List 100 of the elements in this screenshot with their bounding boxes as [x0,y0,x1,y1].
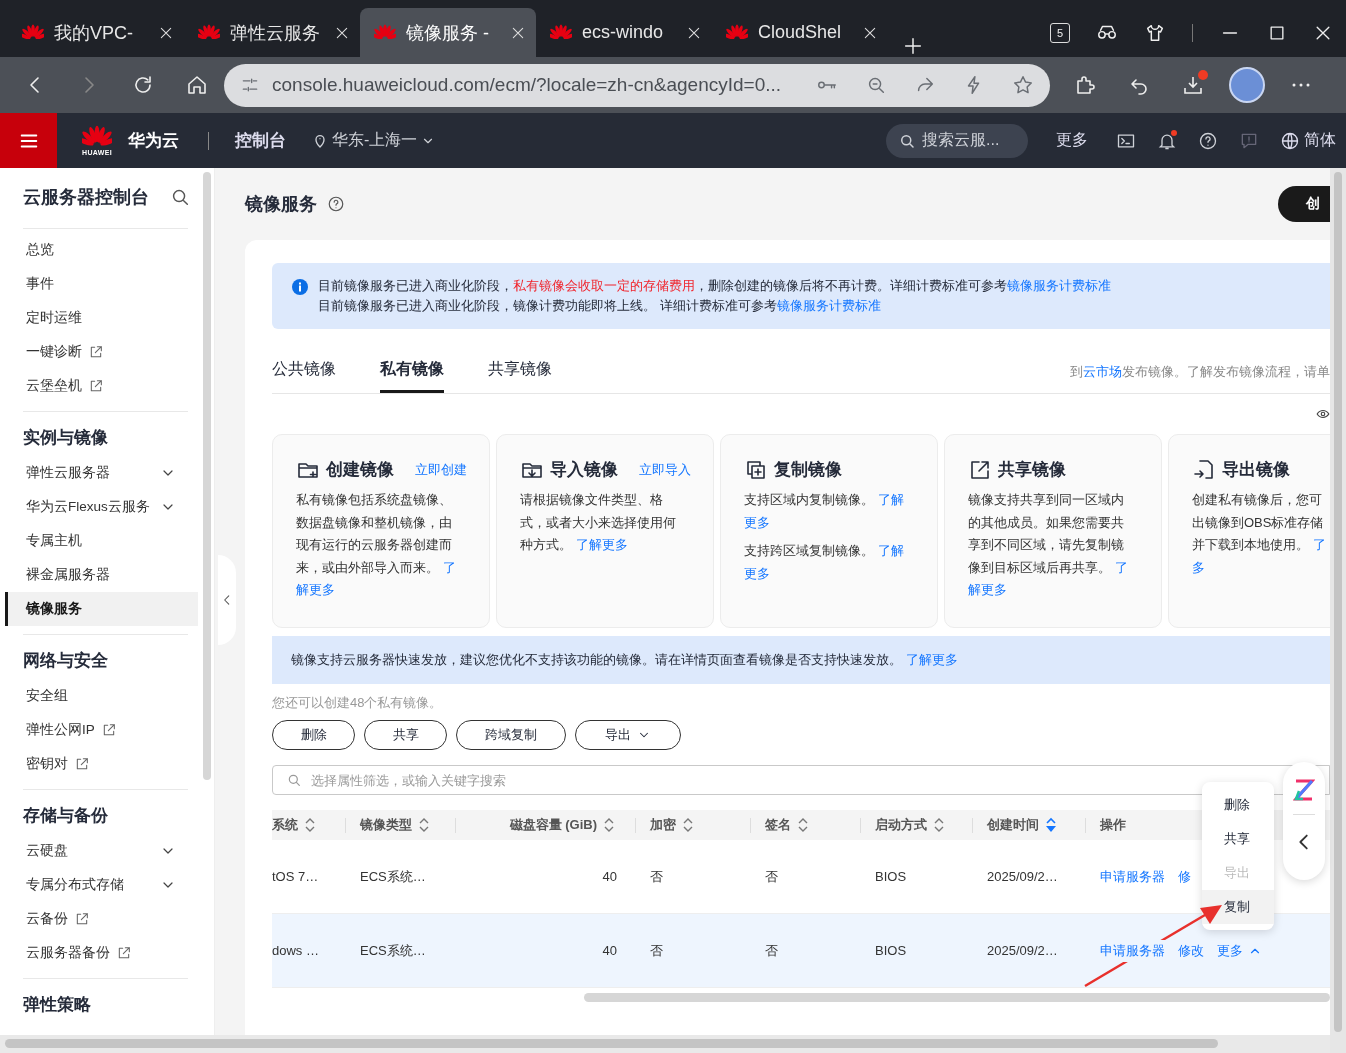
sidebar-item[interactable]: 专属主机 [5,524,198,558]
column-header[interactable]: 镜像类型 [345,810,455,840]
search-field[interactable]: 选择属性筛选，或输入关键字搜索 [272,765,1330,795]
column-header[interactable]: 磁盘容量 (GiB) [455,810,635,840]
card-action-link[interactable]: 立即导入 [639,461,691,479]
avatar[interactable] [1229,67,1265,103]
column-header[interactable]: 签名 [750,810,860,840]
learn-more-link[interactable]: 多 [1192,559,1205,575]
action-button[interactable]: 删除 [272,720,355,750]
external-link-icon [88,344,104,360]
menu-button[interactable] [0,113,57,168]
learn-more-link[interactable]: 了解更多 [575,537,628,552]
favicon-icon [22,23,44,42]
tab[interactable]: 私有镜像 [380,358,444,393]
sidebar-item[interactable]: 云堡垒机 [5,369,198,403]
more-link[interactable]: 更多 [1056,130,1088,151]
scrollbar[interactable] [584,993,1330,1002]
browser-tab[interactable]: 我的VPC- [8,8,184,57]
table-cell: 2025/09/2… [987,943,1058,958]
address-bar[interactable]: console.huaweicloud.com/ecm/?locale=zh-cn&agencyId=0... [224,63,1050,107]
action-button[interactable]: 跨域复制 [456,720,566,750]
scrollbar[interactable] [203,172,211,780]
sort-icon[interactable] [1045,816,1057,834]
tab[interactable]: 共享镜像 [488,358,552,393]
sort-icon[interactable] [682,816,694,834]
sidebar-item[interactable]: 裸金属服务器 [5,558,198,592]
download-icon[interactable] [1181,73,1205,97]
brand-name[interactable]: 华为云 [128,129,179,152]
action-button[interactable]: 导出 [575,720,681,750]
sort-icon[interactable] [418,816,430,834]
browser-tab[interactable]: 镜像服务 - [360,8,536,57]
learn-more-link[interactable]: 了 [1114,559,1128,575]
learn-more-link[interactable]: 更多 [744,514,770,530]
collapse-handle[interactable] [218,555,236,645]
quota-text: 您还可以创建48个私有镜像。 [272,694,444,710]
sidebar-item[interactable]: 定时运维 [5,301,198,335]
billing-link[interactable]: 镜像服务计费标准 [1007,278,1111,293]
browser-tab[interactable]: ecs-windo [536,8,712,57]
new-tab-icon[interactable] [902,35,924,57]
scrollbar[interactable] [5,1039,1218,1048]
browser-tab[interactable]: 弹性云服务 [184,8,360,57]
column-header[interactable]: 创建时间 [972,810,1085,840]
scrollbar[interactable] [1334,172,1342,1032]
bell-icon[interactable] [1157,130,1177,151]
tab-count[interactable]: 5 [1050,22,1070,43]
eye-icon[interactable] [1316,407,1330,421]
sort-icon[interactable] [304,816,316,834]
sidebar-item[interactable]: 一键诊断 [5,335,198,369]
action-button[interactable]: 共享 [364,720,447,750]
sidebar-item[interactable]: 专属分布式存储 [5,868,198,902]
sidebar-item[interactable]: 事件 [5,267,198,301]
help-icon[interactable] [1198,130,1218,151]
column-header[interactable]: 加密 [635,810,750,840]
star-icon[interactable] [1012,74,1034,96]
learn-more-link[interactable]: 了解 [877,543,904,558]
sidebar-item[interactable]: 安全组 [5,679,198,713]
learn-more-link[interactable]: 了解 [877,492,904,507]
create-button[interactable]: 创 [1278,186,1330,222]
sidebar-item[interactable]: 华为云Flexus云服务 [5,490,198,524]
sidebar-item[interactable]: 云服务器备份 [5,936,198,970]
learn-more-link[interactable]: 解更多 [296,582,335,597]
info-icon [292,279,308,295]
billing-link[interactable]: 镜像服务计费标准 [776,298,881,313]
learn-more-link[interactable]: 更多 [744,565,770,581]
sidebar-item[interactable]: 总览 [5,233,198,267]
sort-icon[interactable] [797,816,809,834]
sidebar-item[interactable]: 密钥对 [5,747,198,781]
learn-more-link[interactable]: 了解更多 [905,652,958,667]
table-cell: 2025/09/2… [987,869,1058,884]
assistant-icon[interactable] [1293,778,1315,802]
learn-more-link[interactable]: 了 [1312,537,1326,552]
table-cell: tOS 7… [272,869,319,884]
sidebar-item[interactable]: 弹性公网IP [5,713,198,747]
sidebar-item[interactable]: 镜像服务 [5,592,198,626]
column-header[interactable]: 启动方式 [860,810,972,840]
card-description: 私有镜像包括系统盘镜像、 数据盘镜像和整机镜像，由 现有运行的云服务器创建而 来，或由外部导入而来。 了 解更多 [296,491,457,599]
card-action-link[interactable]: 立即创建 [415,461,467,479]
language-selector[interactable]: 简体 [1280,130,1336,151]
column-header[interactable]: 系统 [272,810,345,840]
table-cell: 否 [650,867,663,886]
browser-tab[interactable]: CloudShel [712,8,888,57]
sort-icon[interactable] [603,816,615,834]
tab[interactable]: 公共镜像 [272,358,336,393]
home-icon[interactable] [185,73,209,97]
search-field[interactable]: 搜索云服... [886,123,1028,158]
marketplace-link[interactable]: 云市场 [1083,364,1122,379]
table-cell: 否 [765,941,778,960]
help-icon[interactable] [327,195,345,213]
table-row[interactable]: dows … ECS系统… 40 否 否 BIOS 2025/09/2… 申请服务器 修改 更多 [272,914,1330,988]
table-cell: BIOS [875,943,907,958]
sidebar-item[interactable]: 云备份 [5,902,198,936]
sidebar-item[interactable]: 云硬盘 [5,834,198,868]
learn-more-link[interactable]: 解更多 [968,582,1007,597]
learn-more-link[interactable]: 了 [442,559,456,575]
console-link[interactable]: 控制台 [235,129,286,152]
action-link[interactable]: 申请服务器 [1100,939,1165,962]
sidebar-item[interactable]: 弹性云服务器 [5,456,198,490]
region-selector[interactable]: 华东-上海一 [312,130,436,151]
menu-item[interactable]: 复制 [1202,890,1274,924]
sort-icon[interactable] [933,816,945,834]
